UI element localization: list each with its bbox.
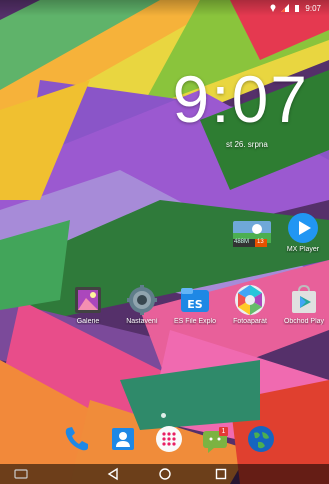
browser-globe-icon[interactable] [246,424,276,454]
app-label: Galerie [76,318,100,325]
es-file-explorer-icon: ES [181,288,209,312]
app-mx-player[interactable]: MX Player [279,212,327,253]
page-indicator-dot [161,413,166,418]
camera-aperture-icon [235,285,265,315]
play-store-icon [292,284,316,313]
app-label: MX Player [286,246,320,253]
navigation-bar [0,464,329,484]
clock-widget-date: st 26. srpna [226,140,268,149]
memory-widget-text: 488M [234,239,250,245]
back-icon[interactable] [106,467,120,481]
app-play-store[interactable]: Obchod Play [280,284,328,325]
app-settings[interactable]: Nastavení [118,284,166,325]
app-camera[interactable]: Fotoaparát [226,284,274,325]
location-icon [270,4,276,12]
app-es-file-explorer[interactable]: ES ES File Explo [171,284,219,325]
memory-widget-badge: 13 [257,239,264,245]
status-time: 9:07 [305,3,321,13]
status-bar: 9:07 [0,0,329,16]
svg-text:ES: ES [187,298,203,311]
contacts-icon[interactable] [108,424,138,454]
app-gallery[interactable]: Galerie [64,284,112,325]
app-label: Obchod Play [283,318,325,325]
home-icon[interactable] [158,467,172,481]
settings-gear-icon [127,285,157,315]
app-label: ES File Explo [173,318,217,325]
app-label: Nastavení [126,318,158,325]
memory-widget[interactable]: 488M 13 [233,221,271,249]
app-drawer-icon[interactable] [154,424,184,454]
screenshot-icon[interactable] [14,467,28,481]
app-label: Fotoaparát [233,318,267,325]
messaging-app[interactable]: 1 [200,424,230,454]
signal-icon [281,4,290,12]
messaging-badge: 1 [219,427,228,436]
clock-widget-time[interactable]: 9:07 [173,66,309,132]
gallery-icon [75,287,101,313]
mx-player-icon [288,213,318,243]
phone-icon[interactable] [62,424,92,454]
recents-icon[interactable] [214,467,228,481]
battery-icon [295,5,300,12]
